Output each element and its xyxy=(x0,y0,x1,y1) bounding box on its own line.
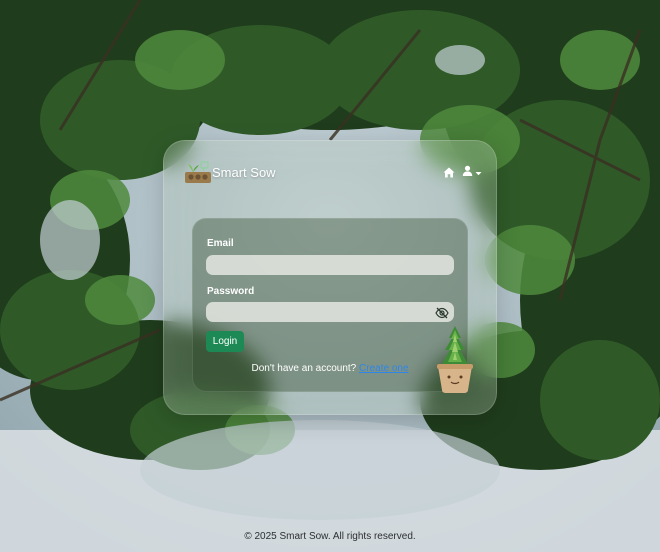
user-menu[interactable] xyxy=(462,163,482,181)
user-icon xyxy=(462,163,473,181)
seed-tray-logo[interactable] xyxy=(184,159,212,185)
login-card: Smart Sow Email Password Login Don't hav… xyxy=(163,140,497,415)
login-page: Smart Sow Email Password Login Don't hav… xyxy=(0,0,660,552)
email-field[interactable] xyxy=(206,255,454,275)
login-button[interactable]: Login xyxy=(206,331,244,352)
brand-name: Smart Sow xyxy=(212,164,276,180)
caret-down-icon xyxy=(473,163,482,181)
signup-prompt: Don't have an account? xyxy=(251,363,357,374)
card-header: Smart Sow xyxy=(184,157,482,187)
footer-copyright: © 2025 Smart Sow. All rights reserved. xyxy=(244,531,416,542)
email-label: Email xyxy=(207,238,234,249)
potted-plant xyxy=(437,326,473,393)
password-label: Password xyxy=(207,286,255,297)
header-icons xyxy=(443,163,482,181)
login-form: Email Password Login Don't have an accou… xyxy=(192,218,468,392)
home-icon[interactable] xyxy=(443,167,455,178)
eye-slash-icon[interactable] xyxy=(435,306,449,319)
create-account-link[interactable]: Create one xyxy=(359,363,408,374)
signup-prompt-line: Don't have an account? Create one xyxy=(193,363,467,374)
password-field[interactable] xyxy=(206,302,454,322)
